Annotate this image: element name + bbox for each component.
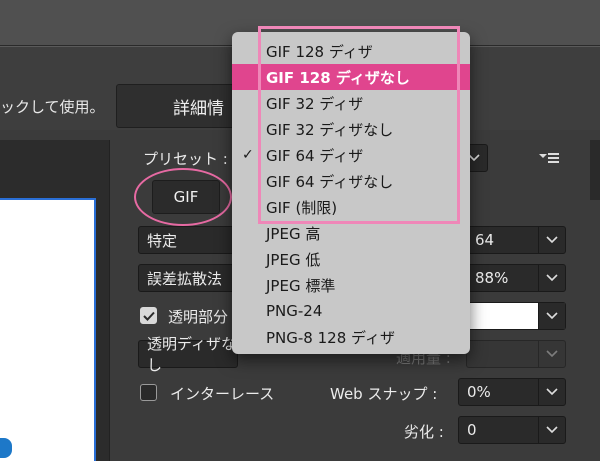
- details-button-label: 詳細情: [173, 98, 224, 119]
- hint-text: ックして使用。: [0, 98, 105, 116]
- menu-item-label: PNG-24: [266, 302, 323, 320]
- image-preview: [0, 198, 96, 461]
- transparency-dither-select[interactable]: 透明ディザなし: [138, 335, 238, 374]
- menu-item[interactable]: PNG-8 128 ディザ: [232, 324, 470, 350]
- menu-item[interactable]: JPEG 低: [232, 246, 470, 272]
- menu-item-label: JPEG 高: [266, 224, 321, 243]
- chevron-down-icon: [538, 227, 565, 253]
- interlace-label: インターレース: [170, 385, 275, 403]
- dither-amount-field[interactable]: 88%: [466, 264, 566, 292]
- panel-menu-icon[interactable]: [538, 150, 560, 166]
- chevron-down-icon: [538, 341, 565, 367]
- dither-amount-value: 88%: [475, 269, 509, 287]
- dither-value: 誤差拡散法: [147, 269, 223, 288]
- chevron-down-icon: [538, 303, 565, 329]
- transparency-dither-value: 透明ディザなし: [147, 335, 236, 374]
- lossy-value: 0: [467, 421, 477, 439]
- interlace-checkbox[interactable]: [140, 384, 157, 401]
- checkmark-icon: ✓: [242, 147, 254, 163]
- lossy-field[interactable]: 0: [458, 416, 566, 444]
- colors-value: 64: [475, 231, 495, 249]
- colors-select[interactable]: 64: [466, 226, 566, 254]
- amount-field[interactable]: [466, 340, 566, 368]
- annotation-ring: [134, 168, 232, 226]
- palette-value: 特定: [147, 231, 178, 250]
- palette-select[interactable]: 特定: [138, 226, 238, 254]
- menu-item[interactable]: JPEG 標準: [232, 272, 470, 298]
- menu-item[interactable]: PNG-24: [232, 298, 470, 324]
- matte-select[interactable]: [466, 302, 566, 330]
- artwork-fragment: [0, 438, 12, 458]
- web-snap-label: Web スナップ :: [330, 385, 438, 403]
- chevron-down-icon: [538, 265, 565, 291]
- menu-item-label: JPEG 標準: [266, 276, 336, 295]
- lossy-label: 劣化 :: [404, 423, 444, 441]
- annotation-box: [258, 26, 460, 224]
- menu-item-label: JPEG 低: [266, 250, 321, 269]
- preset-label: プリセット :: [143, 150, 228, 168]
- web-snap-value: 0%: [467, 383, 491, 401]
- dither-select[interactable]: 誤差拡散法: [138, 264, 238, 292]
- transparency-label: 透明部分: [168, 308, 229, 326]
- transparency-checkbox[interactable]: [140, 307, 157, 324]
- scrollbar[interactable]: [590, 140, 600, 200]
- checkmark-icon: [142, 311, 155, 321]
- chevron-down-icon: [538, 417, 565, 443]
- menu-item-label: PNG-8 128 ディザ: [266, 328, 395, 347]
- web-snap-field[interactable]: 0%: [458, 378, 566, 406]
- chevron-down-icon: [538, 379, 565, 405]
